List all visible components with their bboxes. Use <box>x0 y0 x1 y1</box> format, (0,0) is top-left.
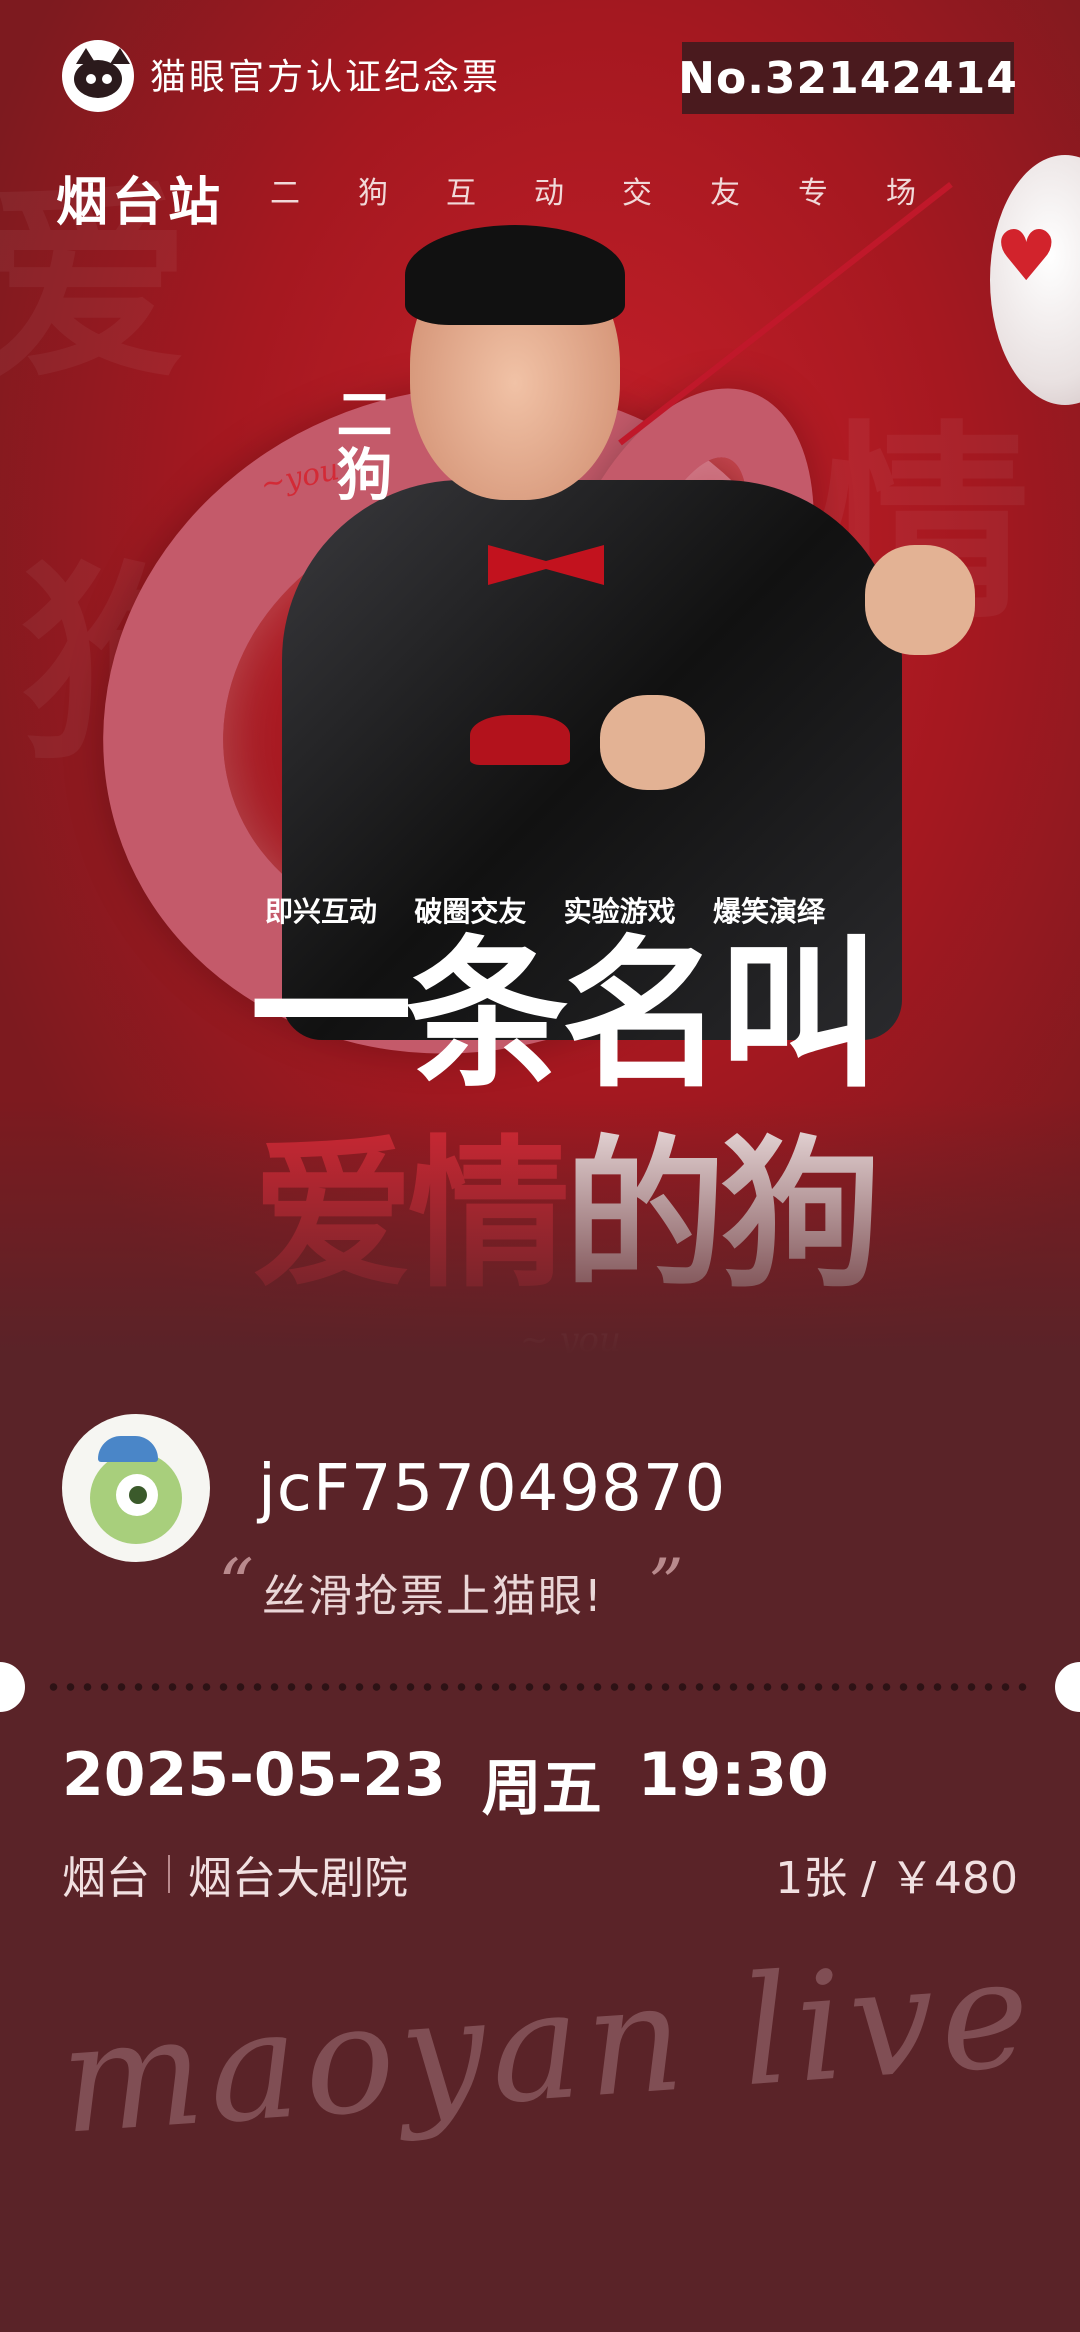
poster-fade-overlay <box>0 1100 1080 1380</box>
ticket-notch <box>1055 1662 1080 1712</box>
event-time: 19:30 <box>637 1740 829 1810</box>
poster-headline-line1: 一条名叫 <box>250 922 880 1110</box>
station-title: 烟台站 <box>56 172 225 233</box>
user-slogan: 丝滑抢票上猫眼! <box>262 1571 604 1622</box>
event-date: 2025-05-23 <box>62 1740 446 1810</box>
event-city: 烟台 <box>62 1853 150 1904</box>
performer-hair <box>405 225 625 325</box>
event-weekday: 周五 <box>481 1754 602 1824</box>
avatar-cap <box>98 1436 158 1462</box>
avatar-pupil <box>129 1486 147 1504</box>
brand-title: 猫眼官方认证纪念票 <box>150 57 502 98</box>
performer-hand <box>865 545 975 655</box>
performer-hand <box>600 695 705 790</box>
event-venue: 烟台大剧院 <box>188 1853 408 1904</box>
serial-number-badge: No.32142414 <box>678 42 1017 114</box>
quote-open-icon: “ <box>218 1544 254 1626</box>
performer-name: 二狗 <box>327 385 393 505</box>
avatar[interactable] <box>62 1414 210 1562</box>
username: jcF757049870 <box>258 1452 727 1526</box>
maoyan-live-watermark: maoyan live <box>55 1926 1041 2168</box>
venue-divider <box>168 1855 170 1893</box>
ticket-perforation <box>45 1683 1035 1691</box>
event-datetime: 2025-05-23 周五 19:30 <box>62 1740 829 1827</box>
station-subtitle: 二狗互动交友专场 <box>270 176 974 211</box>
maoyan-cat-logo-icon <box>62 40 134 112</box>
pocket-square-image <box>470 715 570 765</box>
heart-icon: ♥ <box>995 215 1058 297</box>
ticket-quantity-price: 1张 / ￥480 <box>775 1853 1018 1904</box>
quote-close-icon: ” <box>648 1544 684 1626</box>
venue-row: 烟台 烟台大剧院 <box>62 1842 408 1906</box>
ticket-notch <box>0 1662 25 1712</box>
event-poster: 爱 情 狗 ♥ ~you 二狗 即兴互动 破圈交友 实验游戏 爆笑演绎 一条名叫… <box>0 0 1080 1380</box>
